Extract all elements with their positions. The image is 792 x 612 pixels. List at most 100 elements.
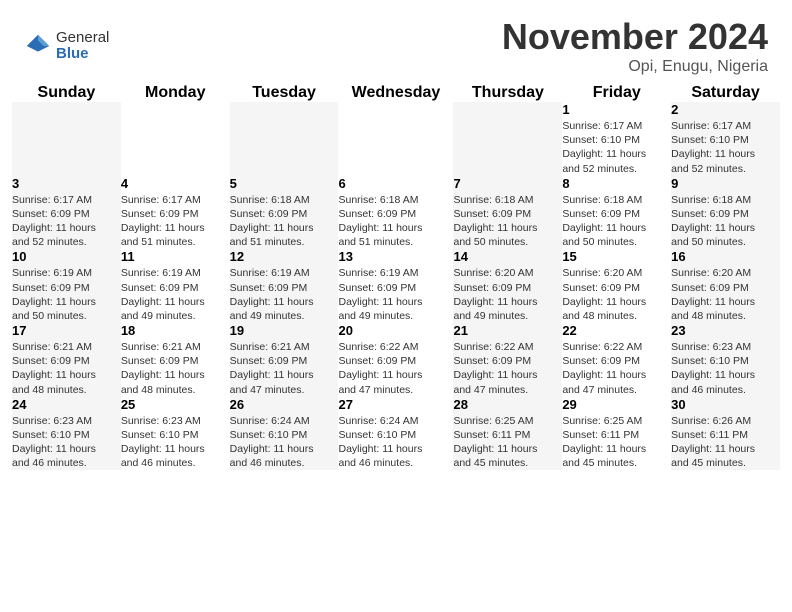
day-number: 7: [453, 176, 562, 191]
day-info: Sunrise: 6:17 AMSunset: 6:09 PMDaylight:…: [121, 193, 230, 250]
header-wednesday: Wednesday: [338, 84, 453, 102]
day-info: Sunrise: 6:23 AMSunset: 6:10 PMDaylight:…: [671, 340, 780, 397]
table-row: [12, 102, 121, 176]
day-number: 26: [230, 397, 339, 412]
day-number: 12: [230, 249, 339, 264]
table-row: [338, 102, 453, 176]
table-row: 10Sunrise: 6:19 AMSunset: 6:09 PMDayligh…: [12, 249, 121, 323]
day-number: 23: [671, 323, 780, 338]
header-saturday: Saturday: [671, 84, 780, 102]
day-info: Sunrise: 6:18 AMSunset: 6:09 PMDaylight:…: [338, 193, 453, 250]
day-info: Sunrise: 6:23 AMSunset: 6:10 PMDaylight:…: [121, 414, 230, 471]
day-number: 18: [121, 323, 230, 338]
day-number: 11: [121, 249, 230, 264]
title-block: November 2024 Opi, Enugu, Nigeria: [502, 16, 768, 76]
day-info: Sunrise: 6:19 AMSunset: 6:09 PMDaylight:…: [121, 266, 230, 323]
day-number: 14: [453, 249, 562, 264]
table-row: 8 Sunrise: 6:18 AMSunset: 6:09 PMDaylight…: [562, 176, 671, 250]
table-row: 14 Sunrise: 6:20 AMSunset: 6:09 PMDayligh…: [453, 249, 562, 323]
calendar-table: Sunday Monday Tuesday Wednesday Thursday…: [12, 84, 780, 470]
header-monday: Monday: [121, 84, 230, 102]
calendar-body: 1Sunrise: 6:17 AMSunset: 6:10 PMDaylight…: [12, 102, 780, 470]
table-row: 11 Sunrise: 6:19 AMSunset: 6:09 PMDayligh…: [121, 249, 230, 323]
day-info: Sunrise: 6:17 AMSunset: 6:10 PMDaylight:…: [562, 119, 671, 176]
header-row: Sunday Monday Tuesday Wednesday Thursday…: [12, 84, 780, 102]
day-info: Sunrise: 6:17 AMSunset: 6:09 PMDaylight:…: [12, 193, 121, 250]
day-number: 20: [338, 323, 453, 338]
table-row: 27 Sunrise: 6:24 AMSunset: 6:10 PMDayligh…: [338, 397, 453, 471]
day-info: Sunrise: 6:18 AMSunset: 6:09 PMDaylight:…: [671, 193, 780, 250]
day-info: Sunrise: 6:18 AMSunset: 6:09 PMDaylight:…: [453, 193, 562, 250]
day-number: 21: [453, 323, 562, 338]
day-number: 1: [562, 102, 671, 117]
day-number: 10: [12, 249, 121, 264]
header-thursday: Thursday: [453, 84, 562, 102]
day-info: Sunrise: 6:21 AMSunset: 6:09 PMDaylight:…: [121, 340, 230, 397]
day-number: 25: [121, 397, 230, 412]
table-row: 4 Sunrise: 6:17 AMSunset: 6:09 PMDaylight…: [121, 176, 230, 250]
table-row: 2Sunrise: 6:17 AMSunset: 6:10 PMDaylight…: [671, 102, 780, 176]
table-row: 3 Sunrise: 6:17 AMSunset: 6:09 PMDaylight…: [12, 176, 121, 250]
day-info: Sunrise: 6:26 AMSunset: 6:11 PMDaylight:…: [671, 414, 780, 471]
header-friday: Friday: [562, 84, 671, 102]
table-row: [121, 102, 230, 176]
day-number: 4: [121, 176, 230, 191]
day-number: 27: [338, 397, 453, 412]
table-row: 18 Sunrise: 6:21 AMSunset: 6:09 PMDayligh…: [121, 323, 230, 397]
header-tuesday: Tuesday: [230, 84, 339, 102]
day-info: Sunrise: 6:17 AMSunset: 6:10 PMDaylight:…: [671, 119, 780, 176]
day-info: Sunrise: 6:20 AMSunset: 6:09 PMDaylight:…: [562, 266, 671, 323]
day-info: Sunrise: 6:25 AMSunset: 6:11 PMDaylight:…: [453, 414, 562, 471]
table-row: 29Sunrise: 6:25 AMSunset: 6:11 PMDayligh…: [562, 397, 671, 471]
day-info: Sunrise: 6:18 AMSunset: 6:09 PMDaylight:…: [230, 193, 339, 250]
table-row: [230, 102, 339, 176]
calendar-week-row: 10Sunrise: 6:19 AMSunset: 6:09 PMDayligh…: [12, 249, 780, 323]
day-number: 8: [562, 176, 671, 191]
day-info: Sunrise: 6:19 AMSunset: 6:09 PMDaylight:…: [338, 266, 453, 323]
day-number: 17: [12, 323, 121, 338]
day-number: 22: [562, 323, 671, 338]
table-row: 13Sunrise: 6:19 AMSunset: 6:09 PMDayligh…: [338, 249, 453, 323]
table-row: 5 Sunrise: 6:18 AMSunset: 6:09 PMDaylight…: [230, 176, 339, 250]
day-number: 19: [230, 323, 339, 338]
day-info: Sunrise: 6:23 AMSunset: 6:10 PMDaylight:…: [12, 414, 121, 471]
day-number: 6: [338, 176, 453, 191]
table-row: 30 Sunrise: 6:26 AMSunset: 6:11 PMDayligh…: [671, 397, 780, 471]
table-row: 15 Sunrise: 6:20 AMSunset: 6:09 PMDayligh…: [562, 249, 671, 323]
day-number: 30: [671, 397, 780, 412]
table-row: 12 Sunrise: 6:19 AMSunset: 6:09 PMDayligh…: [230, 249, 339, 323]
table-row: 26Sunrise: 6:24 AMSunset: 6:10 PMDayligh…: [230, 397, 339, 471]
logo-icon: [24, 32, 52, 60]
day-number: 15: [562, 249, 671, 264]
day-info: Sunrise: 6:21 AMSunset: 6:09 PMDaylight:…: [12, 340, 121, 397]
calendar-week-row: 3Sunrise: 6:17 AMSunset: 6:09 PMDaylight…: [12, 176, 780, 250]
table-row: 6 Sunrise: 6:18 AMSunset: 6:09 PMDaylight…: [338, 176, 453, 250]
calendar-week-row: 17Sunrise: 6:21 AMSunset: 6:09 PMDayligh…: [12, 323, 780, 397]
table-row: 17 Sunrise: 6:21 AMSunset: 6:09 PMDayligh…: [12, 323, 121, 397]
header: General Blue November 2024 Opi, Enugu, N…: [0, 0, 792, 84]
header-sunday: Sunday: [12, 84, 121, 102]
calendar-header: Sunday Monday Tuesday Wednesday Thursday…: [12, 84, 780, 102]
day-info: Sunrise: 6:18 AMSunset: 6:09 PMDaylight:…: [562, 193, 671, 250]
calendar-week-row: 1Sunrise: 6:17 AMSunset: 6:10 PMDaylight…: [12, 102, 780, 176]
logo-general-text: General: [56, 30, 109, 47]
day-number: 9: [671, 176, 780, 191]
day-info: Sunrise: 6:19 AMSunset: 6:09 PMDaylight:…: [230, 266, 339, 323]
table-row: 1 Sunrise: 6:17 AMSunset: 6:10 PMDaylight…: [562, 102, 671, 176]
day-number: 28: [453, 397, 562, 412]
day-number: 24: [12, 397, 121, 412]
day-info: Sunrise: 6:20 AMSunset: 6:09 PMDaylight:…: [453, 266, 562, 323]
table-row: 23 Sunrise: 6:23 AMSunset: 6:10 PMDayligh…: [671, 323, 780, 397]
calendar-week-row: 24Sunrise: 6:23 AMSunset: 6:10 PMDayligh…: [12, 397, 780, 471]
table-row: 28 Sunrise: 6:25 AMSunset: 6:11 PMDayligh…: [453, 397, 562, 471]
table-row: [453, 102, 562, 176]
day-number: 5: [230, 176, 339, 191]
logo: General Blue: [24, 30, 109, 63]
day-number: 3: [12, 176, 121, 191]
table-row: 16Sunrise: 6:20 AMSunset: 6:09 PMDayligh…: [671, 249, 780, 323]
month-title: November 2024: [502, 16, 768, 58]
day-info: Sunrise: 6:24 AMSunset: 6:10 PMDaylight:…: [338, 414, 453, 471]
table-row: 24 Sunrise: 6:23 AMSunset: 6:10 PMDayligh…: [12, 397, 121, 471]
day-number: 29: [562, 397, 671, 412]
table-row: 22Sunrise: 6:22 AMSunset: 6:09 PMDayligh…: [562, 323, 671, 397]
